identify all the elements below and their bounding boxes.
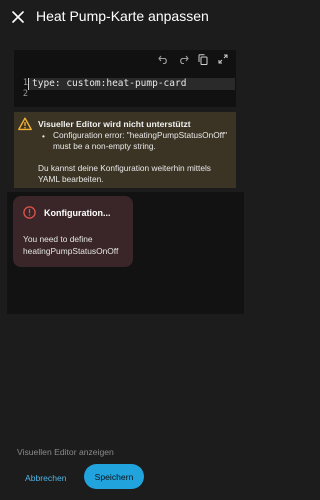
copy-button[interactable] xyxy=(194,51,212,67)
copy-icon xyxy=(198,53,208,65)
line-number: 1 xyxy=(22,78,28,88)
cancel-button[interactable]: Abbrechen xyxy=(25,473,67,483)
alert-triangle-icon xyxy=(18,117,32,131)
undo-icon xyxy=(157,55,167,64)
code-line[interactable]: type: custom:heat-pump-card xyxy=(32,78,186,90)
warning-title: Visueller Editor wird nicht unterstützt xyxy=(38,119,191,129)
line-numbers: 1 2 xyxy=(14,78,28,108)
line-number: 2 xyxy=(22,89,28,99)
fullscreen-icon xyxy=(218,54,228,64)
editor-toolbar xyxy=(14,50,236,68)
redo-icon xyxy=(179,55,189,64)
undo-button[interactable] xyxy=(154,51,172,67)
warning-bullet: • xyxy=(42,131,45,141)
alert-circle-icon xyxy=(23,206,36,219)
dialog-title: Heat Pump-Karte anpassen xyxy=(36,8,209,24)
code-content[interactable]: type: custom:heat-pump-card xyxy=(32,78,186,90)
error-message: You need to define heatingPumpStatusOnOf… xyxy=(23,234,119,256)
save-button[interactable]: Speichern xyxy=(84,464,144,489)
show-visual-editor-button[interactable]: Visuellen Editor anzeigen xyxy=(17,447,114,457)
fullscreen-button[interactable] xyxy=(214,51,232,67)
close-icon xyxy=(12,11,24,23)
close-button[interactable] xyxy=(6,5,30,29)
warning-footer-text: Du kannst deine Konfiguration weiterhin … xyxy=(38,163,211,184)
error-title: Konfiguration... xyxy=(44,208,111,218)
redo-button[interactable] xyxy=(174,51,192,67)
warning-error-text: Configuration error: "heatingPumpStatusO… xyxy=(53,130,228,151)
